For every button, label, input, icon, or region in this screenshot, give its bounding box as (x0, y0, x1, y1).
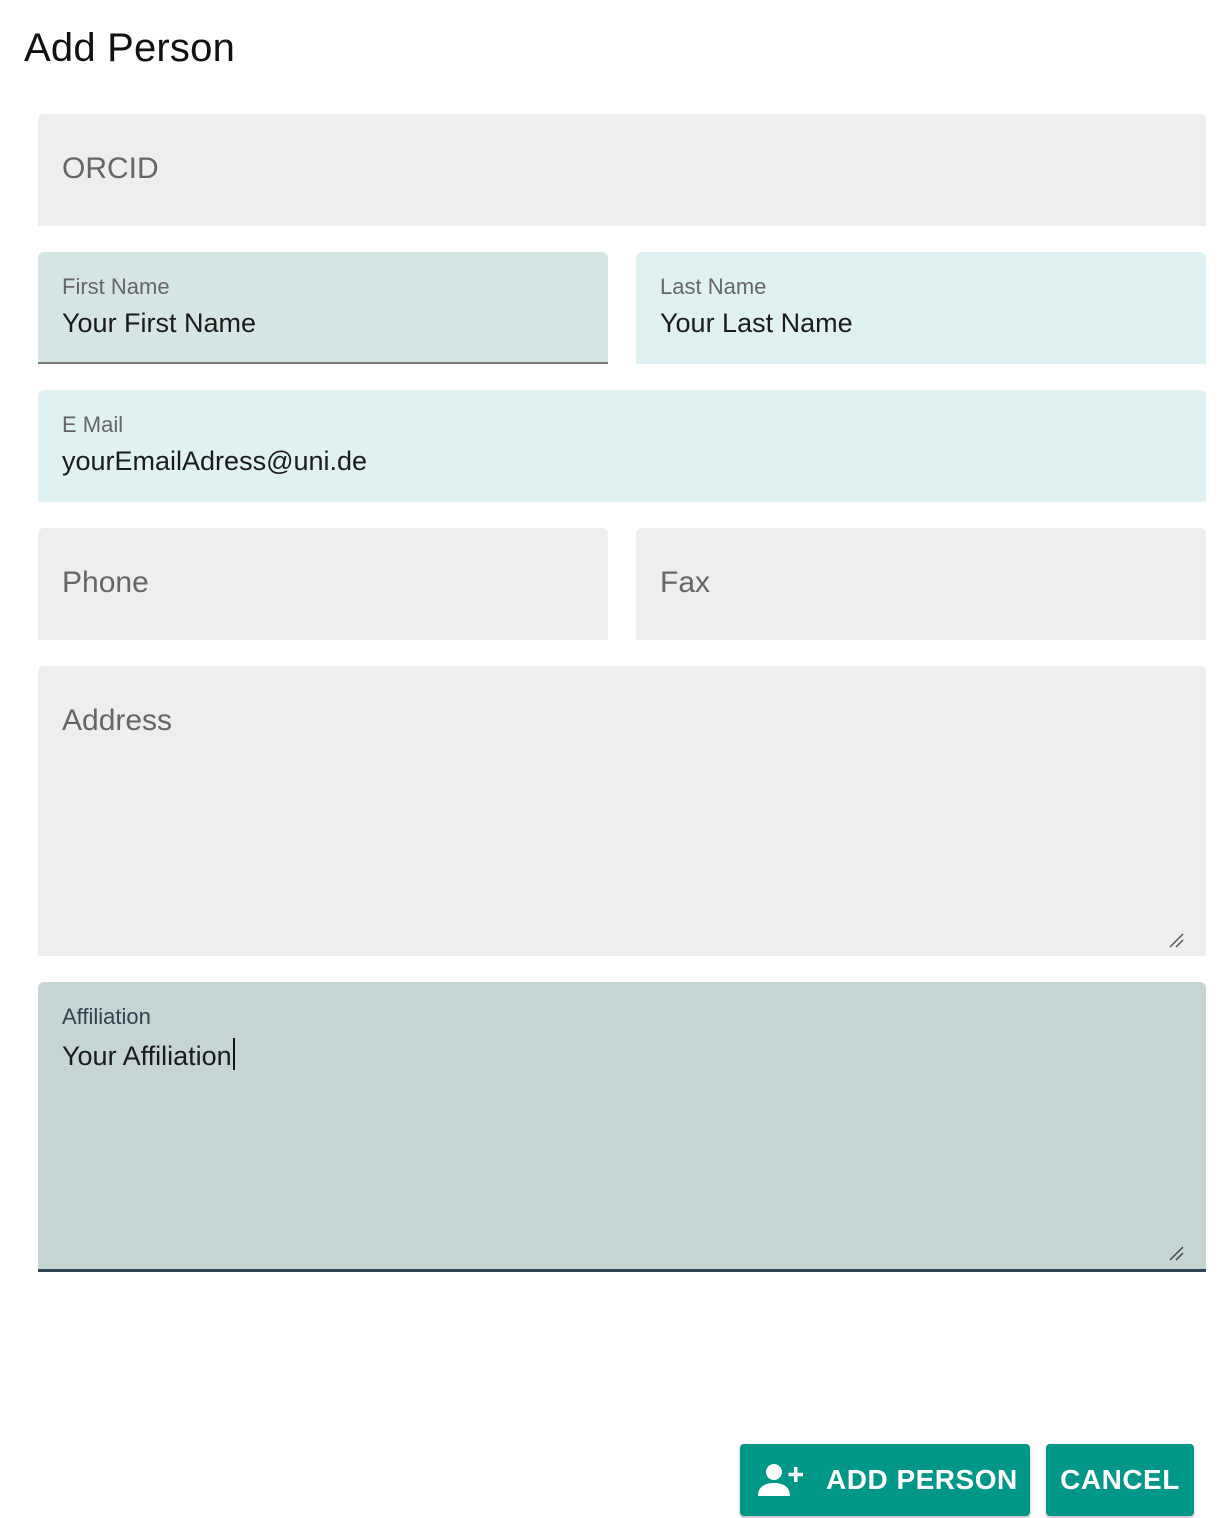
fax-field[interactable]: Fax (636, 528, 1206, 640)
text-caret (232, 1038, 235, 1070)
email-value: yourEmailAdress@uni.de (62, 446, 368, 476)
phone-placeholder: Phone (62, 566, 149, 599)
cancel-button[interactable]: CANCEL (1046, 1444, 1194, 1516)
affiliation-value: Your Affiliation (62, 1038, 235, 1072)
address-textarea[interactable]: Address (38, 666, 1206, 956)
fax-placeholder: Fax (660, 566, 711, 599)
affiliation-label: Affiliation (62, 1004, 151, 1029)
last-name-label: Last Name (660, 274, 767, 299)
affiliation-text: Your Affiliation (62, 1041, 232, 1071)
last-name-field[interactable]: Last Name Your Last Name (636, 252, 1206, 364)
phone-field[interactable]: Phone (38, 528, 608, 640)
email-field[interactable]: E Mail yourEmailAdress@uni.de (38, 390, 1206, 502)
first-name-value: Your First Name (62, 308, 257, 338)
affiliation-textarea[interactable]: Affiliation Your Affiliation (38, 982, 1206, 1272)
dialog-title: Add Person (24, 26, 236, 70)
first-name-label: First Name (62, 274, 170, 299)
person-add-icon (758, 1464, 803, 1496)
email-label: E Mail (62, 412, 124, 437)
resize-handle-icon[interactable] (1168, 932, 1184, 948)
orcid-placeholder: ORCID (62, 152, 159, 185)
address-placeholder: Address (62, 704, 173, 737)
orcid-field[interactable]: ORCID (38, 114, 1206, 226)
add-person-button[interactable]: ADD PERSON (740, 1444, 1030, 1516)
cancel-label: CANCEL (1060, 1464, 1180, 1495)
resize-handle-icon[interactable] (1168, 1245, 1184, 1261)
first-name-field[interactable]: First Name Your First Name (38, 252, 608, 364)
add-person-label: ADD PERSON (826, 1464, 1018, 1495)
last-name-value: Your Last Name (660, 308, 853, 338)
